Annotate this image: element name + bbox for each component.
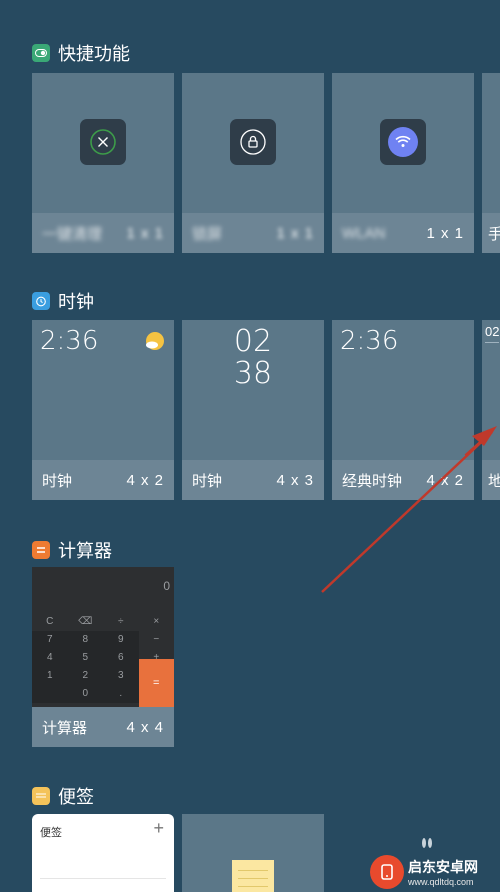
divider bbox=[485, 342, 499, 343]
note-paper-icon bbox=[232, 860, 274, 892]
clock-hour: 02 bbox=[233, 324, 273, 359]
calc-key: C bbox=[46, 616, 54, 627]
calc-key: 5 bbox=[67, 649, 103, 667]
notes-header: 便签 bbox=[40, 827, 62, 839]
calc-key: 6 bbox=[103, 649, 139, 667]
calc-key: . bbox=[103, 685, 139, 703]
calculator-icon bbox=[32, 541, 50, 559]
alarm-clock-icon bbox=[32, 292, 50, 310]
widget-tile-partial[interactable]: 手 bbox=[482, 73, 500, 253]
watermark: 启东安卓网 www.qdltdq.com bbox=[370, 852, 500, 892]
section-title-clock: 时钟 bbox=[32, 288, 94, 314]
calc-key: 7 bbox=[32, 631, 68, 649]
calc-key: − bbox=[153, 634, 160, 645]
tile-name: 手 bbox=[488, 225, 500, 243]
notes-icon bbox=[32, 787, 50, 805]
widget-tile-classic-clock[interactable]: 2:36 经典时钟 4 x 2 bbox=[332, 320, 474, 500]
tile-name: 一键清理 bbox=[42, 225, 103, 243]
tile-name: 经典时钟 bbox=[342, 472, 403, 490]
tile-label-bar: 时钟 4 x 3 bbox=[182, 460, 324, 500]
toggle-icon bbox=[32, 44, 50, 62]
watermark-url: www.qdltdq.com bbox=[408, 877, 474, 887]
clock-time: 2:36 bbox=[40, 326, 99, 356]
tile-label-bar: 手 bbox=[482, 213, 500, 253]
tile-size: 1 x 1 bbox=[126, 224, 164, 242]
tile-name: 计算器 bbox=[42, 719, 88, 737]
widget-tile-wlan[interactable]: WLAN 1 x 1 bbox=[332, 73, 474, 253]
section-title-notes: 便签 bbox=[32, 783, 94, 809]
calc-key: 8 bbox=[67, 631, 103, 649]
clock-time: 2:36 bbox=[340, 326, 399, 356]
calc-key: 1 bbox=[32, 667, 68, 685]
widget-tile-notes-alt[interactable] bbox=[182, 814, 324, 892]
section-title-label: 便签 bbox=[58, 787, 94, 807]
tile-label-bar: 计算器 4 x 4 bbox=[32, 707, 174, 747]
weather-sun-icon bbox=[144, 330, 166, 357]
tile-size: 4 x 2 bbox=[426, 471, 464, 489]
calc-key: × bbox=[153, 616, 160, 627]
calc-key: 9 bbox=[103, 631, 139, 649]
section-title-label: 快捷功能 bbox=[58, 44, 130, 64]
calc-key: 2 bbox=[67, 667, 103, 685]
backspace-icon: ⌫ bbox=[78, 616, 93, 627]
tile-size: 4 x 4 bbox=[126, 718, 164, 736]
divider bbox=[40, 878, 166, 879]
tile-label-bar: 一键清理 1 x 1 bbox=[32, 213, 174, 253]
section-title-label: 时钟 bbox=[58, 292, 94, 312]
calc-key bbox=[32, 685, 68, 703]
section-title-calculator: 计算器 bbox=[32, 537, 112, 563]
widget-tile-world-clock-partial[interactable]: 02 地 bbox=[482, 320, 500, 500]
widget-tile-notes[interactable]: 便签 + bbox=[32, 814, 174, 892]
partial-icon bbox=[420, 836, 434, 850]
cleanup-icon bbox=[80, 119, 126, 165]
tile-size: 1 x 1 bbox=[276, 224, 314, 242]
tile-label-bar: 锁屏 1 x 1 bbox=[182, 213, 324, 253]
tile-label-bar: 经典时钟 4 x 2 bbox=[332, 460, 474, 500]
add-icon: + bbox=[153, 818, 164, 838]
watermark-site: 启东安卓网 bbox=[408, 859, 478, 875]
watermark-logo-icon bbox=[370, 855, 404, 889]
widget-tile-lock[interactable]: 锁屏 1 x 1 bbox=[182, 73, 324, 253]
widget-tile-cleanup[interactable]: 一键清理 1 x 1 bbox=[32, 73, 174, 253]
calc-key: 3 bbox=[103, 667, 139, 685]
tile-size: 1 x 1 bbox=[426, 224, 464, 242]
widget-tile-clock-4x3[interactable]: 02 38 时钟 4 x 3 bbox=[182, 320, 324, 500]
tile-name: 时钟 bbox=[192, 472, 223, 490]
calc-key: 0 bbox=[67, 685, 103, 703]
tile-size: 4 x 3 bbox=[276, 471, 314, 489]
calc-equals-key: = bbox=[138, 659, 174, 707]
clock-time: 02 bbox=[485, 324, 500, 339]
tile-label-bar: WLAN 1 x 1 bbox=[332, 213, 474, 253]
wifi-icon bbox=[380, 119, 426, 165]
calc-key: ÷ bbox=[118, 616, 124, 627]
tile-name: 锁屏 bbox=[192, 225, 223, 243]
widget-tile-clock-4x2[interactable]: 2:36 时钟 4 x 2 bbox=[32, 320, 174, 500]
section-title-label: 计算器 bbox=[58, 541, 112, 561]
section-title-quick: 快捷功能 bbox=[32, 40, 130, 66]
tile-name: WLAN bbox=[342, 224, 386, 242]
tile-name: 地 bbox=[488, 472, 500, 490]
calculator-preview: 0 C ⌫ ÷ × 7 8 9 − 4 5 6 + 1 2 3 0 . = bbox=[32, 567, 174, 707]
widget-tile-calculator[interactable]: 0 C ⌫ ÷ × 7 8 9 − 4 5 6 + 1 2 3 0 . = 计算… bbox=[32, 567, 174, 747]
clock-minute: 38 bbox=[233, 356, 273, 391]
tile-size: 4 x 2 bbox=[126, 471, 164, 489]
tile-name: 时钟 bbox=[42, 472, 73, 490]
calculator-display: 0 bbox=[163, 579, 170, 593]
tile-label-bar: 时钟 4 x 2 bbox=[32, 460, 174, 500]
calc-key: 4 bbox=[32, 649, 68, 667]
lock-icon bbox=[230, 119, 276, 165]
tile-label-bar: 地 bbox=[482, 460, 500, 500]
